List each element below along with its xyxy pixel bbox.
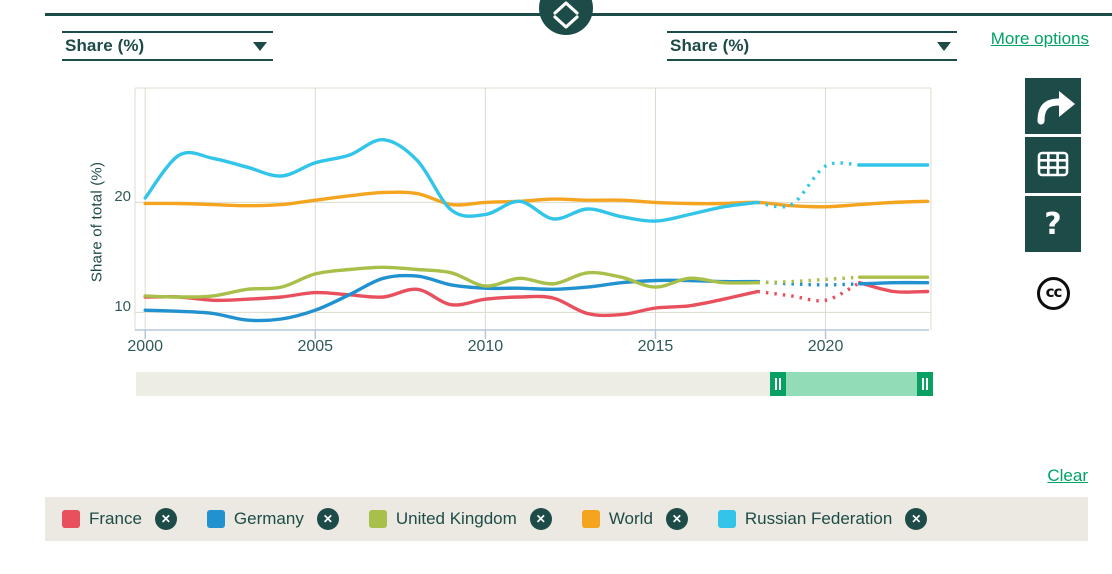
y-axis-title: Share of total (%): [89, 162, 106, 282]
help-button[interactable]: ?: [1025, 196, 1081, 252]
data-table-button[interactable]: [1025, 137, 1081, 193]
close-icon: ✕: [323, 513, 333, 525]
series-color-swatch: [369, 510, 387, 528]
slider-handle-right[interactable]: [917, 372, 933, 396]
series-label: Germany: [234, 509, 304, 529]
x-tick-label: 2010: [468, 338, 504, 356]
remove-series-button[interactable]: ✕: [317, 508, 339, 530]
series-label: France: [89, 509, 142, 529]
legend-item: United Kingdom ✕: [369, 508, 552, 530]
series-color-swatch: [718, 510, 736, 528]
series-color-swatch: [207, 510, 225, 528]
close-icon: ✕: [672, 513, 682, 525]
remove-series-button[interactable]: ✕: [530, 508, 552, 530]
legend-item: Russian Federation ✕: [718, 508, 927, 530]
share-icon: [1025, 78, 1081, 134]
legend-bar: France ✕ Germany ✕ United Kingdom ✕ Worl…: [45, 497, 1088, 541]
time-range-slider[interactable]: [136, 372, 933, 396]
series-label: Russian Federation: [745, 509, 892, 529]
chart-widget: Share (%) Share (%) More options Share o…: [0, 0, 1112, 574]
slider-selected-range[interactable]: [770, 372, 933, 396]
x-tick-label: 2020: [808, 338, 844, 356]
clear-link[interactable]: Clear: [1047, 466, 1088, 486]
share-button[interactable]: [1025, 78, 1081, 134]
creative-commons-icon[interactable]: cc: [1037, 277, 1070, 310]
remove-series-button[interactable]: ✕: [666, 508, 688, 530]
legend-item: Germany ✕: [207, 508, 339, 530]
series-color-swatch: [582, 510, 600, 528]
slider-handle-left[interactable]: [770, 372, 786, 396]
close-icon: ✕: [161, 513, 171, 525]
x-tick-label: 2000: [127, 338, 163, 356]
legend-item: World ✕: [582, 508, 688, 530]
legend-item: France ✕: [62, 508, 177, 530]
y-tick-label: 10: [99, 298, 131, 315]
y-tick-label: 20: [99, 188, 131, 205]
cc-glyph: cc: [1046, 285, 1062, 302]
series-label: United Kingdom: [396, 509, 517, 529]
x-tick-label: 2015: [638, 338, 674, 356]
close-icon: ✕: [911, 513, 921, 525]
series-label: World: [609, 509, 653, 529]
line-chart-plot: [0, 0, 1112, 574]
remove-series-button[interactable]: ✕: [905, 508, 927, 530]
data-table-icon: [1025, 137, 1081, 193]
series-color-swatch: [62, 510, 80, 528]
close-icon: ✕: [536, 513, 546, 525]
x-tick-label: 2005: [297, 338, 333, 356]
help-icon: ?: [1044, 207, 1061, 242]
remove-series-button[interactable]: ✕: [155, 508, 177, 530]
